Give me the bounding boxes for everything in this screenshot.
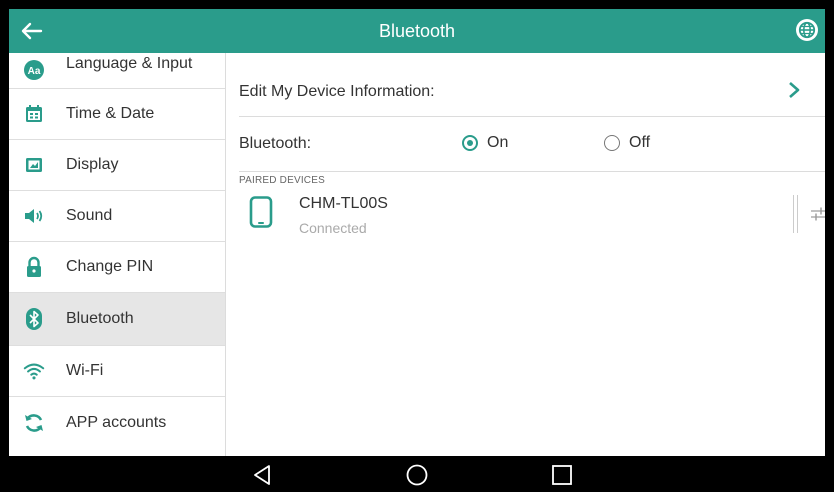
edit-device-info-row[interactable]: Edit My Device Information: (239, 53, 825, 117)
sidebar-item-label: Change PIN (66, 258, 154, 275)
sidebar-item-wifi[interactable]: Wi-Fi (9, 346, 225, 397)
android-nav-bar (9, 456, 825, 492)
sidebar-item-label: APP accounts (66, 413, 167, 431)
sidebar-item-display[interactable]: Display (9, 140, 225, 191)
edit-device-info-label: Edit My Device Information: (239, 83, 435, 100)
back-triangle-icon[interactable] (249, 463, 275, 487)
device-status: Connected (299, 220, 367, 236)
calendar-icon (23, 103, 45, 125)
settings-sliders-icon[interactable] (809, 205, 825, 223)
radio-label: On (487, 134, 509, 151)
radio-unselected-icon (604, 135, 620, 151)
sidebar-item-change-pin[interactable]: Change PIN (9, 242, 225, 293)
sidebar-item-label: Sound (66, 207, 113, 224)
bluetooth-toggle-row: Bluetooth: On Off (239, 117, 825, 172)
lock-icon (23, 256, 45, 278)
sidebar-item-app-accounts[interactable]: APP accounts (9, 397, 225, 448)
sidebar-item-time-date[interactable]: Time & Date (9, 89, 225, 140)
sidebar-item-label: Bluetooth (66, 310, 134, 327)
svg-text:Aa: Aa (28, 66, 41, 77)
bluetooth-icon (23, 308, 45, 330)
display-icon (23, 154, 45, 176)
phone-icon (249, 196, 273, 228)
language-icon: Aa (23, 59, 45, 81)
paired-devices-heading: PAIRED DEVICES (239, 175, 325, 186)
vertical-divider (793, 195, 798, 233)
radio-label: Off (629, 134, 651, 151)
speaker-icon (23, 205, 45, 227)
screen: Bluetooth Aa Language & Input Time & Dat… (9, 9, 825, 456)
sidebar-item-label: Time & Date (66, 105, 155, 122)
bluetooth-on-radio[interactable]: On (462, 134, 508, 152)
bluetooth-label: Bluetooth: (239, 135, 312, 152)
recents-square-icon[interactable] (549, 463, 575, 487)
sidebar-item-sound[interactable]: Sound (9, 191, 225, 242)
sidebar: Aa Language & Input Time & Date Display … (9, 53, 226, 456)
device-name: CHM-TL00S (299, 195, 388, 212)
chevron-right-icon (789, 82, 800, 98)
globe-icon[interactable] (795, 18, 819, 42)
wifi-icon (23, 360, 45, 382)
radio-selected-icon (462, 135, 478, 151)
sidebar-item-label: Display (66, 156, 119, 173)
home-circle-icon[interactable] (404, 463, 430, 487)
main-content: Edit My Device Information: Bluetooth: O… (226, 53, 825, 456)
sidebar-item-language-input[interactable]: Aa Language & Input (9, 38, 225, 89)
paired-device-row[interactable]: CHM-TL00S Connected (239, 189, 825, 239)
bluetooth-off-radio[interactable]: Off (604, 134, 650, 152)
sidebar-item-bluetooth[interactable]: Bluetooth (9, 293, 225, 346)
sidebar-item-label: Language & Input (66, 55, 193, 72)
sync-icon (23, 412, 45, 434)
sidebar-item-label: Wi-Fi (66, 362, 104, 379)
